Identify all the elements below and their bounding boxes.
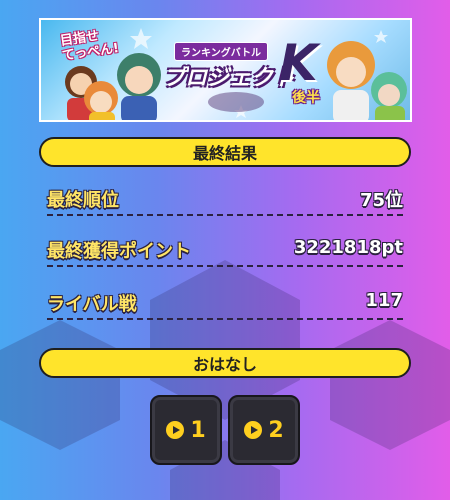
story-header: おはなし: [39, 348, 411, 378]
event-banner[interactable]: 目指せ てっぺん! ランキングバトル プロジェクト K 後半: [39, 18, 412, 122]
result-label-rival-battles: ライバル戦: [47, 294, 137, 315]
result-value-points: 3221818pt: [293, 237, 403, 258]
result-row-points: 最終獲得ポイント 3221818pt: [47, 231, 403, 267]
banner-part-label: 後半: [292, 90, 320, 106]
story-episode-1-button[interactable]: 1: [150, 395, 222, 465]
row-divider: [47, 214, 403, 216]
final-results-header: 最終結果: [39, 137, 411, 167]
row-divider: [47, 265, 403, 267]
result-value-rank: 75位: [359, 190, 403, 211]
story-title: おはなし: [192, 355, 257, 374]
episode-number: 1: [190, 417, 206, 443]
banner-logo-text: プロジェクト: [163, 66, 296, 91]
episode-number: 2: [268, 417, 284, 443]
result-row-rival-battles: ライバル戦 117: [47, 284, 403, 320]
result-value-rival-battles: 117: [365, 290, 403, 311]
banner-logo-letter: K: [279, 34, 318, 92]
story-episode-2-button[interactable]: 2: [228, 395, 300, 465]
result-label-points: 最終獲得ポイント: [47, 241, 191, 262]
result-row-rank: 最終順位 75位: [47, 180, 403, 216]
banner-subtitle: ランキングバトル: [174, 42, 268, 61]
ranking-result-screen: 目指せ てっぺん! ランキングバトル プロジェクト K 後半 最終結果 最終順位…: [0, 0, 450, 500]
play-icon: [166, 421, 185, 439]
row-divider: [47, 318, 403, 320]
play-icon: [244, 421, 263, 439]
final-results-title: 最終結果: [192, 144, 257, 163]
result-label-rank: 最終順位: [47, 190, 119, 211]
